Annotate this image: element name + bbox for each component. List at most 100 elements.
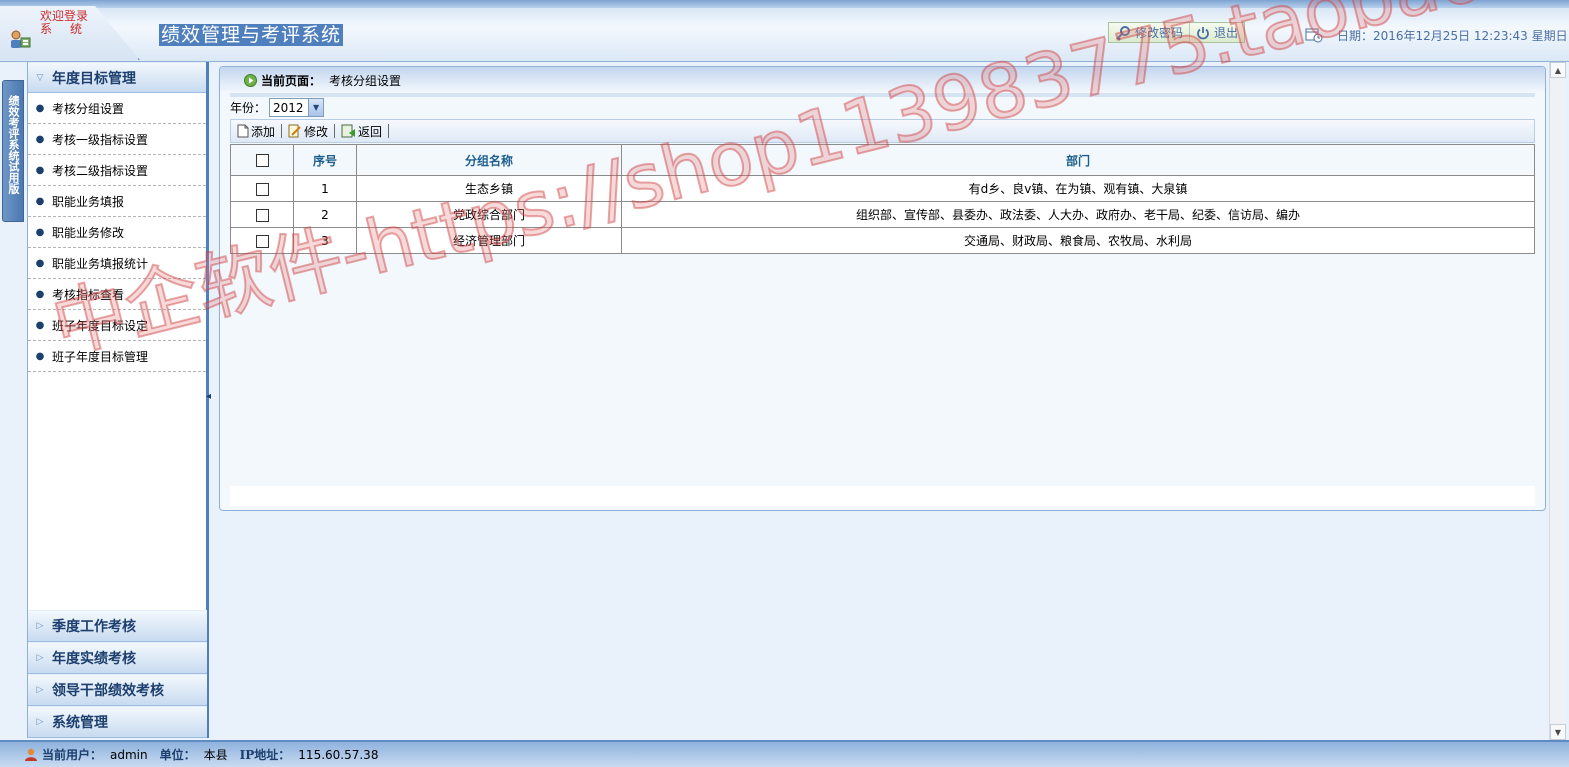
power-icon (1197, 26, 1209, 39)
sidebar-collapse-icon[interactable]: ◂ (206, 388, 212, 406)
menu-annual-goals-label: 年度目标管理 (52, 70, 136, 87)
welcome-text: 欢迎登录 系统 (40, 10, 100, 36)
sidebar-item-label: 考核二级指标设置 (52, 163, 149, 178)
year-select[interactable]: 2012 ▼ (269, 98, 325, 117)
sidebar-item-team-goal-manage[interactable]: ● 班子年度目标管理 (28, 341, 206, 372)
menu-label: 季度工作考核 (52, 619, 136, 635)
col-seq: 序号 (293, 144, 357, 176)
system-title: 绩效管理与考评系统 (159, 24, 344, 46)
sidebar-item-label: 职能业务填报统计 (52, 256, 149, 271)
new-document-icon (237, 124, 249, 138)
bullet-icon: ● (35, 102, 45, 114)
edit-label: 修改 (304, 124, 329, 139)
change-password-label: 修改密码 (1135, 26, 1184, 40)
row-dept: 组织部、宣传部、县委办、政法委、人大办、政府办、老干局、纪委、信访局、编办 (621, 201, 1535, 228)
select-all-cell (230, 144, 294, 176)
triangle-down-icon: ▽ (36, 72, 44, 83)
bullet-icon: ● (35, 133, 45, 145)
menu-annual-goals[interactable]: ▽ 年度目标管理 (28, 62, 206, 93)
triangle-right-icon: ▷ (36, 621, 44, 631)
sidebar-item-level1-index[interactable]: ● 考核一级指标设置 (28, 124, 206, 155)
return-icon (341, 124, 356, 138)
triangle-right-icon: ▷ (36, 685, 44, 695)
back-label: 返回 (358, 124, 383, 139)
table-header-row: 序号 分组名称 部门 (230, 144, 1535, 176)
year-label: 年份： (230, 101, 267, 115)
main-bottom-strip (230, 486, 1535, 506)
change-password-button[interactable]: 修改密码 (1109, 23, 1189, 42)
row-select-cell (230, 175, 294, 202)
bullet-icon: ● (35, 226, 45, 238)
side-tab-system[interactable]: 绩效考评系统试用版 (2, 80, 24, 222)
logout-button[interactable]: 退出 (1189, 23, 1244, 42)
row-select-cell (230, 227, 294, 254)
header: 欢迎登录 系统 绩效管理与考评系统 修改密码 退出 日期：2016年12月25日… (0, 0, 1569, 62)
play-circle-icon (244, 73, 257, 87)
table-row[interactable]: 3 经济管理部门 交通局、财政局、粮食局、农牧局、水利局 (230, 227, 1535, 254)
back-button[interactable]: 返回 (335, 123, 388, 140)
header-top-stripe (0, 0, 1569, 8)
sidebar-item-business-report[interactable]: ● 职能业务填报 (28, 186, 206, 217)
row-checkbox[interactable] (255, 234, 269, 248)
ip-label: IP地址： (239, 748, 291, 762)
year-select-value: 2012 (273, 100, 304, 115)
menu-system-manage[interactable]: ▷ 系统管理 (28, 706, 207, 738)
sidebar-item-team-goal-set[interactable]: ● 班子年度目标设定 (28, 310, 206, 341)
user-value: admin (110, 747, 148, 762)
welcome-line2: 系统 (40, 22, 101, 36)
triangle-right-icon: ▷ (36, 717, 44, 727)
menu-label: 年度实绩考核 (52, 651, 136, 667)
edit-button[interactable]: 修改 (282, 123, 334, 140)
sidebar-item-label: 班子年度目标设定 (52, 318, 149, 333)
user-icon (25, 748, 37, 761)
row-checkbox[interactable] (255, 208, 269, 222)
row-select-cell (230, 201, 294, 228)
unit-value: 本县 (203, 748, 228, 762)
sidebar-item-level2-index[interactable]: ● 考核二级指标设置 (28, 155, 206, 186)
chevron-down-icon: ▼ (308, 99, 324, 116)
menu-leader-review[interactable]: ▷ 领导干部绩效考核 (28, 674, 207, 706)
row-name: 生态乡镇 (356, 175, 622, 202)
key-icon (1116, 25, 1130, 41)
sidebar-item-group-settings[interactable]: ● 考核分组设置 (28, 93, 206, 124)
breadcrumb-current: 考核分组设置 (329, 73, 402, 88)
sidebar-item-label: 考核一级指标设置 (52, 132, 149, 147)
user-computer-icon (9, 30, 31, 50)
col-dept: 部门 (621, 144, 1535, 176)
toolbar-divider (388, 124, 390, 138)
sidebar-item-index-view[interactable]: ● 考核指标查看 (28, 279, 206, 310)
triangle-right-icon: ▷ (36, 653, 44, 663)
row-seq: 3 (293, 227, 357, 254)
add-button[interactable]: 添加 (231, 123, 281, 140)
bullet-icon: ● (35, 195, 45, 207)
status-bar: 当前用户： admin 单位： 本县 IP地址： 115.60.57.38 (0, 740, 1569, 767)
sidebar-item-business-stats[interactable]: ● 职能业务填报统计 (28, 248, 206, 279)
vertical-scrollbar[interactable]: ▲ ▼ (1549, 62, 1566, 740)
sidebar-item-label: 考核指标查看 (52, 287, 125, 302)
user-label: 当前用户： (42, 748, 103, 762)
sidebar-item-label: 班子年度目标管理 (52, 349, 149, 364)
header-actions: 修改密码 退出 (1108, 22, 1246, 43)
select-all-checkbox[interactable] (255, 154, 269, 167)
menu-items: ● 考核分组设置 ● 考核一级指标设置 ● 考核二级指标设置 ● 职能业务填报 ● 职能业… (28, 93, 206, 372)
ip-value: 115.60.57.38 (298, 747, 379, 762)
sidebar-item-label: 考核分组设置 (52, 101, 125, 116)
scroll-down-icon[interactable]: ▼ (1550, 724, 1566, 740)
breadcrumb-divider (230, 93, 1535, 97)
menu-label: 系统管理 (52, 715, 108, 731)
row-checkbox[interactable] (255, 182, 269, 196)
bullet-icon: ● (35, 350, 45, 362)
table-row[interactable]: 2 党政综合部门 组织部、宣传部、县委办、政法委、人大办、政府办、老干局、纪委、… (230, 201, 1535, 228)
collapsed-menus: ▷ 季度工作考核 ▷ 年度实绩考核 ▷ 领导干部绩效考核 ▷ 系统管理 (28, 610, 207, 738)
side-tab-label: 绩效考评系统试用版 (7, 95, 20, 194)
menu-annual-performance[interactable]: ▷ 年度实绩考核 (28, 642, 207, 674)
sidebar: ▽ 年度目标管理 ● 考核分组设置 ● 考核一级指标设置 ● 考核二级指标设置 ● 职能… (27, 62, 209, 738)
sidebar-item-business-edit[interactable]: ● 职能业务修改 (28, 217, 206, 248)
scroll-up-icon[interactable]: ▲ (1550, 62, 1566, 78)
main-panel: 当前页面： 考核分组设置 年份： 2012 ▼ 添加 修改 返回 序号 分组名称… (219, 66, 1546, 511)
table-row[interactable]: 1 生态乡镇 有d乡、良v镇、在为镇、观有镇、大泉镇 (230, 175, 1535, 202)
row-dept: 交通局、财政局、粮食局、农牧局、水利局 (621, 227, 1535, 254)
unit-label: 单位： (159, 748, 196, 762)
bullet-icon: ● (35, 164, 45, 176)
menu-quarterly-review[interactable]: ▷ 季度工作考核 (28, 610, 207, 642)
